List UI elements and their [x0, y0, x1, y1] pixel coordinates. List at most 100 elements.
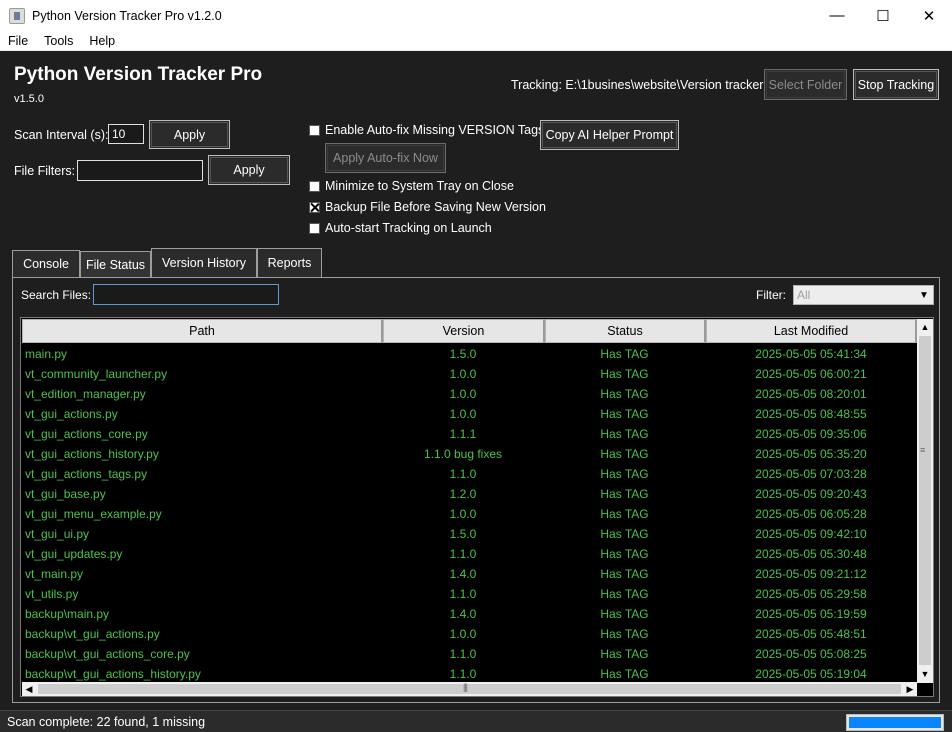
autostart-checkbox[interactable]: Auto-start Tracking on Launch: [309, 221, 492, 235]
scan-interval-label: Scan Interval (s):: [14, 128, 109, 142]
table-row[interactable]: vt_utils.py 1.1.0 Has TAG 2025-05-05 05:29:…: [22, 584, 917, 604]
cell-version: 1.5.0: [449, 347, 477, 361]
menu-help[interactable]: Help: [81, 34, 123, 48]
tab-version-history[interactable]: Version History: [151, 248, 257, 277]
minimize-tray-label: Minimize to System Tray on Close: [325, 179, 514, 193]
table-row[interactable]: vt_gui_actions_core.py 1.1.1 Has TAG 2025-0…: [22, 424, 917, 444]
tab-reports[interactable]: Reports: [257, 248, 322, 277]
cell-path: backup\vt_gui_actions.py: [25, 627, 160, 641]
table-row[interactable]: vt_gui_actions_tags.py 1.1.0 Has TAG 2025-0…: [22, 464, 917, 484]
cell-status: Has TAG: [600, 547, 649, 561]
search-files-input[interactable]: [93, 284, 279, 305]
cell-path: vt_gui_actions_history.py: [25, 447, 159, 461]
cell-last-modified: 2025-05-05 05:30:48: [755, 547, 867, 561]
horizontal-scrollbar[interactable]: ◀ ||| ▶: [22, 682, 917, 696]
apply-filters-button[interactable]: Apply: [208, 155, 290, 185]
cell-status: Has TAG: [600, 427, 649, 441]
column-header-last-modified[interactable]: Last Modified: [706, 319, 917, 343]
cell-last-modified: 2025-05-05 09:42:10: [755, 527, 867, 541]
copy-ai-prompt-button[interactable]: Copy AI Helper Prompt: [540, 120, 679, 150]
table-row[interactable]: backup\vt_gui_actions_core.py 1.1.0 Has TA…: [22, 644, 917, 664]
table-header: Path Version Status Last Modified: [22, 319, 917, 343]
checkbox-box[interactable]: [309, 124, 320, 136]
backup-file-checkbox[interactable]: Backup File Before Saving New Version: [309, 200, 546, 214]
checkbox-box[interactable]: [309, 180, 320, 192]
cell-version: 1.4.0: [449, 567, 477, 581]
table-row[interactable]: vt_gui_actions_history.py 1.1.0 bug fixes…: [22, 444, 917, 464]
cell-last-modified: 2025-05-05 09:35:06: [755, 427, 867, 441]
table-row[interactable]: vt_gui_updates.py 1.1.0 Has TAG 2025-05-05 …: [22, 544, 917, 564]
table-row[interactable]: vt_gui_ui.py 1.5.0 Has TAG 2025-05-05 09:42…: [22, 524, 917, 544]
vertical-scroll-thumb[interactable]: [919, 336, 931, 665]
table-row[interactable]: vt_edition_manager.py 1.0.0 Has TAG 2025-05…: [22, 384, 917, 404]
cell-last-modified: 2025-05-05 05:19:59: [755, 607, 867, 621]
cell-path: vt_utils.py: [25, 587, 79, 601]
cell-last-modified: 2025-05-05 08:20:01: [755, 387, 867, 401]
title-bar: Python Version Tracker Pro v1.2.0 — ☐ ✕: [0, 0, 952, 31]
autofix-checkbox[interactable]: Enable Auto-fix Missing VERSION Tags: [309, 123, 544, 137]
cell-status: Has TAG: [600, 467, 649, 481]
cell-last-modified: 2025-05-05 05:19:04: [755, 667, 867, 681]
cell-last-modified: 2025-05-05 09:20:43: [755, 487, 867, 501]
table-row[interactable]: backup\main.py 1.4.0 Has TAG 2025-05-05 05:…: [22, 604, 917, 624]
minimize-tray-checkbox[interactable]: Minimize to System Tray on Close: [309, 179, 514, 193]
table-row[interactable]: vt_gui_base.py 1.2.0 Has TAG 2025-05-05 09:…: [22, 484, 917, 504]
app-heading: Python Version Tracker Pro: [14, 64, 263, 85]
column-header-status[interactable]: Status: [545, 319, 706, 343]
tab-console[interactable]: Console: [12, 250, 80, 277]
scroll-right-icon[interactable]: ▶: [903, 682, 917, 696]
select-folder-button[interactable]: Select Folder: [764, 69, 847, 100]
checkbox-box[interactable]: [309, 222, 320, 234]
table-row[interactable]: backup\vt_gui_actions.py 1.0.0 Has TAG 2025…: [22, 624, 917, 644]
tab-file-status[interactable]: File Status: [80, 251, 151, 277]
table-row[interactable]: vt_gui_actions.py 1.0.0 Has TAG 2025-05-05 …: [22, 404, 917, 424]
cell-last-modified: 2025-05-05 05:48:51: [755, 627, 867, 641]
apply-autofix-button[interactable]: Apply Auto-fix Now: [325, 143, 446, 173]
backup-file-label: Backup File Before Saving New Version: [325, 200, 546, 214]
app-version: v1.5.0: [14, 93, 44, 105]
filter-select[interactable]: All ▼: [793, 285, 934, 305]
menu-bar: File Tools Help: [0, 31, 952, 51]
table-row[interactable]: backup\vt_gui_actions_history.py 1.1.0 Has…: [22, 664, 917, 682]
progress-fill: [849, 717, 941, 728]
cell-status: Has TAG: [600, 387, 649, 401]
cell-path: vt_gui_actions.py: [25, 407, 118, 421]
column-header-path[interactable]: Path: [22, 319, 383, 343]
horizontal-scroll-thumb[interactable]: [38, 684, 901, 694]
file-filters-label: File Filters:: [14, 164, 76, 178]
maximize-icon[interactable]: ☐: [860, 0, 906, 31]
cell-last-modified: 2025-05-05 06:05:28: [755, 507, 867, 521]
minimize-icon[interactable]: —: [814, 0, 860, 31]
table-row[interactable]: vt_main.py 1.4.0 Has TAG 2025-05-05 09:21:1…: [22, 564, 917, 584]
cell-path: vt_gui_base.py: [25, 487, 106, 501]
scan-interval-input[interactable]: 10: [108, 124, 144, 144]
cell-version: 1.0.0: [449, 627, 477, 641]
file-filters-input[interactable]: [77, 160, 203, 181]
chevron-down-icon[interactable]: ▼: [917, 288, 931, 302]
menu-tools[interactable]: Tools: [36, 34, 81, 48]
stop-tracking-button[interactable]: Stop Tracking: [853, 69, 939, 100]
column-header-version[interactable]: Version: [383, 319, 545, 343]
scroll-left-icon[interactable]: ◀: [22, 682, 36, 696]
checkbox-checked-box[interactable]: [309, 201, 320, 213]
vertical-scrollbar[interactable]: ▲ ≡ ▼: [917, 319, 933, 683]
scroll-up-icon[interactable]: ▲: [917, 319, 933, 335]
cell-version: 1.0.0: [449, 367, 477, 381]
table-row[interactable]: vt_community_launcher.py 1.0.0 Has TAG 2025…: [22, 364, 917, 384]
table-row[interactable]: main.py 1.5.0 Has TAG 2025-05-05 05:41:34: [22, 344, 917, 364]
menu-file[interactable]: File: [0, 34, 36, 48]
cell-status: Has TAG: [600, 447, 649, 461]
table-row[interactable]: vt_gui_menu_example.py 1.0.0 Has TAG 2025-0…: [22, 504, 917, 524]
search-files-label: Search Files:: [21, 288, 92, 302]
window-controls: — ☐ ✕: [814, 0, 952, 31]
cell-status: Has TAG: [600, 347, 649, 361]
close-icon[interactable]: ✕: [906, 0, 952, 31]
apply-interval-button[interactable]: Apply: [149, 120, 230, 149]
status-bar: Scan complete: 22 found, 1 missing: [0, 710, 952, 732]
cell-last-modified: 2025-05-05 06:00:21: [755, 367, 867, 381]
cell-path: vt_gui_actions_tags.py: [25, 467, 148, 481]
cell-last-modified: 2025-05-05 08:48:55: [755, 407, 867, 421]
cell-last-modified: 2025-05-05 07:03:28: [755, 467, 867, 481]
cell-status: Has TAG: [600, 527, 649, 541]
scroll-down-icon[interactable]: ▼: [917, 666, 933, 682]
